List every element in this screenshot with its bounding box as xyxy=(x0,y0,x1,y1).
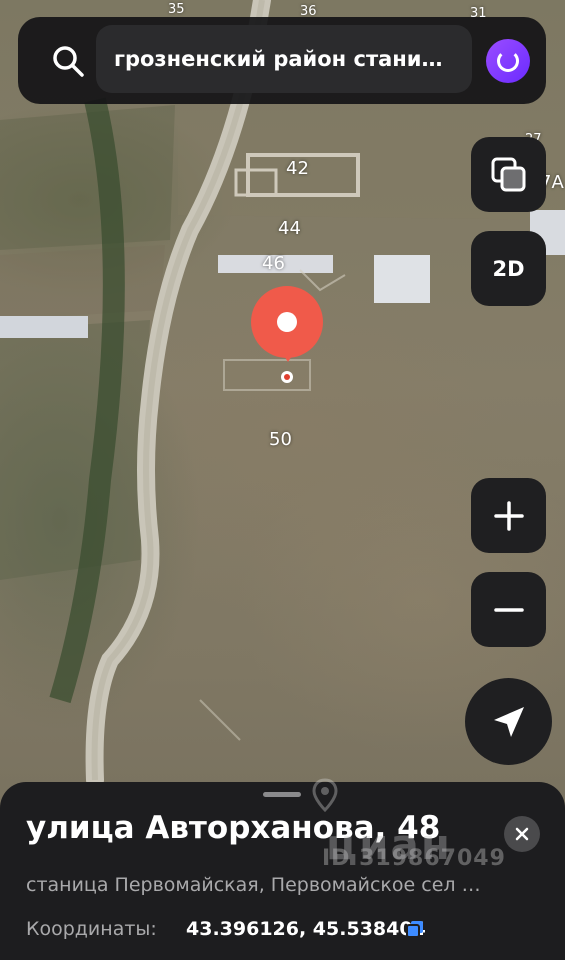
search-input[interactable]: грозненский район стани… xyxy=(96,25,472,93)
alice-assistant-icon[interactable] xyxy=(486,39,530,83)
map-label-house-number: 35 xyxy=(168,2,185,17)
watermark-id: ID 319867049 xyxy=(322,846,506,871)
2d-mode-button[interactable]: 2D xyxy=(471,231,546,306)
map-label-house-number: 44 xyxy=(278,218,301,239)
map-label-house-number: 46 xyxy=(262,253,285,274)
zoom-in-button[interactable] xyxy=(471,478,546,553)
map-label-house-number: 42 xyxy=(286,158,309,179)
coordinates-value[interactable]: 43.396126, 45.538404 xyxy=(186,918,426,940)
place-subtitle: станица Первомайская, Первомайское сел … xyxy=(26,874,481,896)
locate-arrow-icon xyxy=(493,706,524,737)
close-icon xyxy=(515,827,529,841)
search-icon[interactable] xyxy=(50,43,86,79)
plus-icon xyxy=(493,500,524,531)
place-card[interactable]: улица Авторханова, 48 станица Первомайск… xyxy=(0,782,565,960)
map-label-house-number: 50 xyxy=(269,429,292,450)
zoom-out-button[interactable] xyxy=(471,572,546,647)
location-pin-tail xyxy=(279,348,297,362)
watermark-pin-icon xyxy=(312,778,338,812)
sheet-drag-handle[interactable] xyxy=(263,792,301,797)
minus-icon xyxy=(493,607,524,612)
layers-button[interactable] xyxy=(471,137,546,212)
layers-icon xyxy=(491,157,525,191)
search-bar: грозненский район стани… xyxy=(18,17,546,104)
coordinates-label: Координаты: xyxy=(26,918,157,940)
my-location-button[interactable] xyxy=(465,678,552,765)
location-point xyxy=(281,371,293,383)
copy-icon[interactable] xyxy=(406,920,424,938)
close-button[interactable] xyxy=(504,816,540,852)
